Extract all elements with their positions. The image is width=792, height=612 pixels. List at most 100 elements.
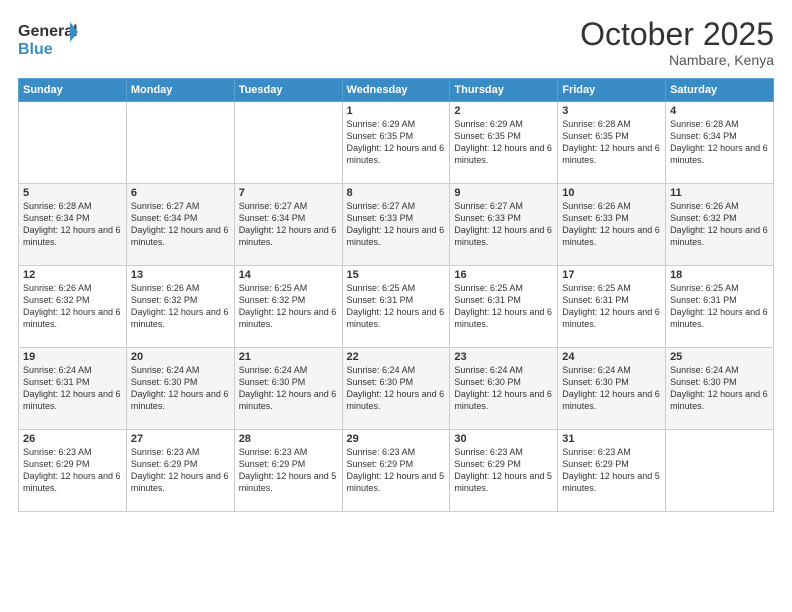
calendar-cell: 15Sunrise: 6:25 AM Sunset: 6:31 PM Dayli… — [342, 266, 450, 348]
calendar-cell: 6Sunrise: 6:27 AM Sunset: 6:34 PM Daylig… — [126, 184, 234, 266]
calendar-week-row: 26Sunrise: 6:23 AM Sunset: 6:29 PM Dayli… — [19, 430, 774, 512]
calendar-cell: 23Sunrise: 6:24 AM Sunset: 6:30 PM Dayli… — [450, 348, 558, 430]
calendar-week-row: 12Sunrise: 6:26 AM Sunset: 6:32 PM Dayli… — [19, 266, 774, 348]
calendar-cell — [234, 102, 342, 184]
day-info: Sunrise: 6:27 AM Sunset: 6:34 PM Dayligh… — [131, 200, 230, 249]
day-number: 20 — [131, 351, 230, 363]
day-info: Sunrise: 6:26 AM Sunset: 6:32 PM Dayligh… — [670, 200, 769, 249]
day-info: Sunrise: 6:25 AM Sunset: 6:31 PM Dayligh… — [670, 282, 769, 331]
day-info: Sunrise: 6:28 AM Sunset: 6:34 PM Dayligh… — [23, 200, 122, 249]
day-info: Sunrise: 6:25 AM Sunset: 6:31 PM Dayligh… — [347, 282, 446, 331]
day-info: Sunrise: 6:27 AM Sunset: 6:33 PM Dayligh… — [454, 200, 553, 249]
calendar-cell: 7Sunrise: 6:27 AM Sunset: 6:34 PM Daylig… — [234, 184, 342, 266]
day-number: 22 — [347, 351, 446, 363]
calendar-cell — [666, 430, 774, 512]
page-header: GeneralBlue October 2025 Nambare, Kenya — [18, 18, 774, 68]
day-info: Sunrise: 6:26 AM Sunset: 6:33 PM Dayligh… — [562, 200, 661, 249]
calendar-cell: 8Sunrise: 6:27 AM Sunset: 6:33 PM Daylig… — [342, 184, 450, 266]
day-info: Sunrise: 6:24 AM Sunset: 6:30 PM Dayligh… — [454, 364, 553, 413]
calendar-cell: 4Sunrise: 6:28 AM Sunset: 6:34 PM Daylig… — [666, 102, 774, 184]
day-info: Sunrise: 6:23 AM Sunset: 6:29 PM Dayligh… — [347, 446, 446, 495]
day-number: 6 — [131, 187, 230, 199]
calendar-cell: 14Sunrise: 6:25 AM Sunset: 6:32 PM Dayli… — [234, 266, 342, 348]
calendar-cell: 26Sunrise: 6:23 AM Sunset: 6:29 PM Dayli… — [19, 430, 127, 512]
day-number: 8 — [347, 187, 446, 199]
day-number: 26 — [23, 433, 122, 445]
calendar-cell: 1Sunrise: 6:29 AM Sunset: 6:35 PM Daylig… — [342, 102, 450, 184]
calendar-cell: 22Sunrise: 6:24 AM Sunset: 6:30 PM Dayli… — [342, 348, 450, 430]
day-number: 4 — [670, 105, 769, 117]
day-number: 23 — [454, 351, 553, 363]
day-info: Sunrise: 6:26 AM Sunset: 6:32 PM Dayligh… — [131, 282, 230, 331]
calendar-cell: 12Sunrise: 6:26 AM Sunset: 6:32 PM Dayli… — [19, 266, 127, 348]
calendar-day-header: Monday — [126, 79, 234, 102]
calendar-cell: 3Sunrise: 6:28 AM Sunset: 6:35 PM Daylig… — [558, 102, 666, 184]
day-info: Sunrise: 6:23 AM Sunset: 6:29 PM Dayligh… — [454, 446, 553, 495]
day-number: 13 — [131, 269, 230, 281]
month-title: October 2025 — [580, 18, 774, 50]
logo: GeneralBlue — [18, 18, 78, 58]
calendar-cell: 30Sunrise: 6:23 AM Sunset: 6:29 PM Dayli… — [450, 430, 558, 512]
day-info: Sunrise: 6:28 AM Sunset: 6:35 PM Dayligh… — [562, 118, 661, 167]
day-number: 14 — [239, 269, 338, 281]
title-block: October 2025 Nambare, Kenya — [580, 18, 774, 68]
day-number: 21 — [239, 351, 338, 363]
calendar-cell: 11Sunrise: 6:26 AM Sunset: 6:32 PM Dayli… — [666, 184, 774, 266]
calendar-cell: 21Sunrise: 6:24 AM Sunset: 6:30 PM Dayli… — [234, 348, 342, 430]
day-number: 24 — [562, 351, 661, 363]
day-info: Sunrise: 6:28 AM Sunset: 6:34 PM Dayligh… — [670, 118, 769, 167]
day-info: Sunrise: 6:27 AM Sunset: 6:34 PM Dayligh… — [239, 200, 338, 249]
day-info: Sunrise: 6:24 AM Sunset: 6:30 PM Dayligh… — [562, 364, 661, 413]
day-info: Sunrise: 6:25 AM Sunset: 6:32 PM Dayligh… — [239, 282, 338, 331]
day-number: 16 — [454, 269, 553, 281]
calendar-day-header: Wednesday — [342, 79, 450, 102]
calendar-day-header: Tuesday — [234, 79, 342, 102]
calendar-cell: 18Sunrise: 6:25 AM Sunset: 6:31 PM Dayli… — [666, 266, 774, 348]
calendar-cell: 27Sunrise: 6:23 AM Sunset: 6:29 PM Dayli… — [126, 430, 234, 512]
day-number: 27 — [131, 433, 230, 445]
day-number: 17 — [562, 269, 661, 281]
calendar-day-header: Friday — [558, 79, 666, 102]
day-number: 19 — [23, 351, 122, 363]
calendar-cell: 28Sunrise: 6:23 AM Sunset: 6:29 PM Dayli… — [234, 430, 342, 512]
svg-text:Blue: Blue — [18, 41, 53, 58]
day-info: Sunrise: 6:25 AM Sunset: 6:31 PM Dayligh… — [454, 282, 553, 331]
calendar-cell: 29Sunrise: 6:23 AM Sunset: 6:29 PM Dayli… — [342, 430, 450, 512]
day-number: 31 — [562, 433, 661, 445]
svg-text:General: General — [18, 23, 78, 40]
day-info: Sunrise: 6:29 AM Sunset: 6:35 PM Dayligh… — [347, 118, 446, 167]
calendar-week-row: 19Sunrise: 6:24 AM Sunset: 6:31 PM Dayli… — [19, 348, 774, 430]
calendar-day-header: Saturday — [666, 79, 774, 102]
day-number: 1 — [347, 105, 446, 117]
day-info: Sunrise: 6:23 AM Sunset: 6:29 PM Dayligh… — [131, 446, 230, 495]
location: Nambare, Kenya — [580, 52, 774, 68]
calendar-cell: 25Sunrise: 6:24 AM Sunset: 6:30 PM Dayli… — [666, 348, 774, 430]
day-info: Sunrise: 6:23 AM Sunset: 6:29 PM Dayligh… — [23, 446, 122, 495]
calendar-cell: 16Sunrise: 6:25 AM Sunset: 6:31 PM Dayli… — [450, 266, 558, 348]
day-info: Sunrise: 6:27 AM Sunset: 6:33 PM Dayligh… — [347, 200, 446, 249]
day-number: 18 — [670, 269, 769, 281]
day-number: 30 — [454, 433, 553, 445]
day-number: 15 — [347, 269, 446, 281]
day-number: 10 — [562, 187, 661, 199]
calendar-week-row: 1Sunrise: 6:29 AM Sunset: 6:35 PM Daylig… — [19, 102, 774, 184]
day-number: 7 — [239, 187, 338, 199]
calendar-cell: 2Sunrise: 6:29 AM Sunset: 6:35 PM Daylig… — [450, 102, 558, 184]
day-number: 29 — [347, 433, 446, 445]
calendar-cell: 10Sunrise: 6:26 AM Sunset: 6:33 PM Dayli… — [558, 184, 666, 266]
day-number: 12 — [23, 269, 122, 281]
calendar-cell — [126, 102, 234, 184]
calendar-header-row: SundayMondayTuesdayWednesdayThursdayFrid… — [19, 79, 774, 102]
day-info: Sunrise: 6:26 AM Sunset: 6:32 PM Dayligh… — [23, 282, 122, 331]
day-info: Sunrise: 6:24 AM Sunset: 6:30 PM Dayligh… — [131, 364, 230, 413]
logo-svg: GeneralBlue — [18, 18, 78, 58]
day-number: 5 — [23, 187, 122, 199]
day-info: Sunrise: 6:24 AM Sunset: 6:30 PM Dayligh… — [347, 364, 446, 413]
calendar-cell: 19Sunrise: 6:24 AM Sunset: 6:31 PM Dayli… — [19, 348, 127, 430]
day-number: 11 — [670, 187, 769, 199]
day-info: Sunrise: 6:24 AM Sunset: 6:30 PM Dayligh… — [670, 364, 769, 413]
calendar-cell: 20Sunrise: 6:24 AM Sunset: 6:30 PM Dayli… — [126, 348, 234, 430]
calendar-cell: 31Sunrise: 6:23 AM Sunset: 6:29 PM Dayli… — [558, 430, 666, 512]
day-info: Sunrise: 6:23 AM Sunset: 6:29 PM Dayligh… — [239, 446, 338, 495]
calendar-cell: 13Sunrise: 6:26 AM Sunset: 6:32 PM Dayli… — [126, 266, 234, 348]
